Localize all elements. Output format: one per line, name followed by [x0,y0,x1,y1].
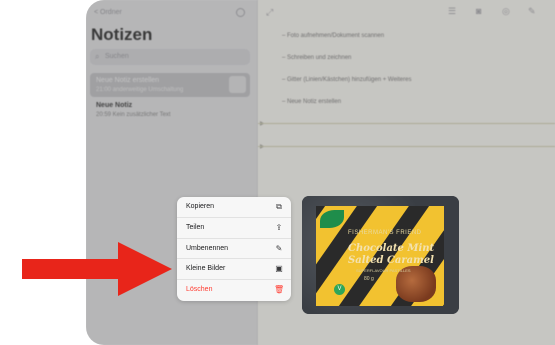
menu-item-small-images[interactable]: Kleine Bilder ▣ [177,259,291,281]
red-arrow-icon [22,242,172,296]
menu-item-label: Kleine Bilder [186,265,226,273]
trash-icon: 🗑 [274,285,285,295]
menu-item-share[interactable]: Teilen ⇪ [177,218,291,239]
image-preview: FISHERMAN'S FRIEND Chocolate Mint Salted… [302,196,459,314]
menu-item-label: Löschen [186,286,213,294]
product-flavour: Chocolate Mint [348,243,435,254]
menu-item-copy[interactable]: Kopieren ⧉ [177,197,291,218]
menu-item-label: Kopieren [186,203,215,210]
product-brand: FISHERMAN'S FRIEND [348,230,422,236]
image-icon: ▣ [275,264,283,274]
screenshot-stage: < Ordner Notizen ⌕ Suchen Neue Notiz ers… [0,0,555,345]
vegan-icon: V [334,284,345,295]
menu-item-label: Umbenennen [186,244,229,252]
product-weight: 80 g [364,276,374,282]
share-icon: ⇪ [275,222,283,232]
copy-icon: ⧉ [276,202,282,211]
product-subtitle: SUPERFLAVOUR PASTILLES [356,268,411,273]
rename-icon: ✎ [275,243,283,253]
menu-item-label: Teilen [186,223,205,231]
product-flavour: Salted Caramel [348,255,434,266]
product-photo: FISHERMAN'S FRIEND Chocolate Mint Salted… [316,206,444,306]
context-menu: Kopieren ⧉ Teilen ⇪ Umbenennen ✎ Kleine … [177,197,291,301]
menu-item-delete[interactable]: Löschen 🗑 [177,280,291,301]
menu-item-rename[interactable]: Umbenennen ✎ [177,239,291,260]
